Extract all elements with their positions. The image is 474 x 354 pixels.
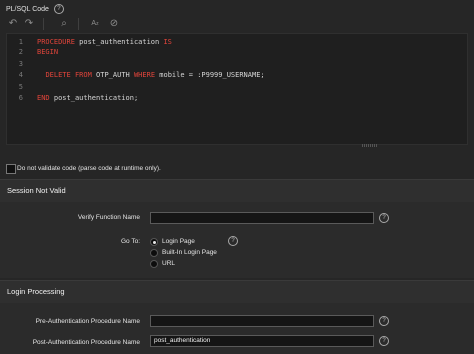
- code-line-1: PROCEDURE post_authentication IS: [37, 38, 172, 46]
- line-number: 5: [18, 83, 23, 91]
- code-keyword: IS: [163, 38, 172, 46]
- verify-function-input[interactable]: [150, 212, 374, 224]
- undo-icon[interactable]: ↶: [6, 17, 20, 31]
- code-keyword: FROM: [74, 71, 92, 79]
- line-number: 4: [18, 71, 23, 79]
- code-line-4: DELETE FROM OTP_AUTH WHERE mobile = :P99…: [37, 71, 265, 79]
- help-icon[interactable]: ?: [379, 336, 389, 346]
- goto-label: Go To:: [120, 238, 140, 245]
- line-number-gutter: 1 2 3 4 5 6: [7, 34, 31, 144]
- radio-url[interactable]: [150, 260, 158, 268]
- line-number: 1: [18, 38, 23, 46]
- line-number: 2: [18, 48, 23, 56]
- line-number: 6: [18, 94, 23, 102]
- help-icon[interactable]: ?: [228, 236, 238, 246]
- code-keyword: WHERE: [133, 71, 156, 79]
- code-text: OTP_AUTH: [91, 71, 134, 79]
- code-editor[interactable]: 1 2 3 4 5 6 PROCEDURE post_authenticatio…: [6, 33, 468, 145]
- help-icon[interactable]: ?: [379, 316, 389, 326]
- validate-checkbox-label: Do not validate code (parse code at runt…: [17, 165, 161, 172]
- code-keyword: END: [37, 94, 50, 102]
- code-text: post_authentication;: [49, 94, 139, 102]
- toolbar-divider: [78, 18, 79, 30]
- post-auth-input[interactable]: post_authentication: [150, 335, 374, 347]
- search-icon[interactable]: ⌕: [57, 17, 71, 31]
- code-text: post_authentication: [74, 38, 164, 46]
- autocomplete-icon[interactable]: Az: [88, 17, 102, 31]
- redo-icon[interactable]: ↷: [22, 17, 36, 31]
- radio-label-url: URL: [162, 260, 176, 267]
- radio-label-login-page: Login Page: [162, 238, 195, 245]
- code-section-title: PL/SQL Code: [6, 5, 49, 13]
- check-circle-icon[interactable]: ⊘: [107, 17, 121, 31]
- code-keyword: BEGIN: [37, 48, 59, 56]
- toolbar-divider: [43, 18, 44, 30]
- line-number: 3: [18, 60, 23, 68]
- radio-login-page[interactable]: [150, 238, 158, 246]
- pre-auth-label: Pre-Authentication Procedure Name: [35, 318, 140, 325]
- post-auth-label: Post-Authentication Procedure Name: [32, 339, 140, 346]
- region-header-session-not-valid: Session Not Valid: [0, 179, 474, 202]
- region-header-login-processing: Login Processing: [0, 280, 474, 303]
- editor-toolbar: ↶ ↷ ⌕ Az ⊘: [6, 15, 468, 33]
- code-line-6: END post_authentication;: [37, 94, 138, 102]
- resize-handle[interactable]: [362, 144, 378, 147]
- code-keyword: DELETE: [45, 71, 71, 79]
- validate-checkbox[interactable]: [6, 164, 16, 174]
- code-section-label: PL/SQL Code ?: [6, 4, 64, 14]
- verify-function-label: Verify Function Name: [77, 214, 140, 221]
- region-title: Login Processing: [7, 287, 65, 296]
- radio-label-built-in-login-page: Built-In Login Page: [162, 249, 217, 256]
- code-keyword: PROCEDURE: [37, 38, 75, 46]
- region-title: Session Not Valid: [7, 186, 66, 195]
- radio-built-in-login-page[interactable]: [150, 249, 158, 257]
- help-icon[interactable]: ?: [379, 213, 389, 223]
- pre-auth-input[interactable]: [150, 315, 374, 327]
- code-text: mobile = :P9999_USERNAME;: [155, 71, 265, 79]
- help-icon[interactable]: ?: [53, 4, 64, 14]
- code-line-2: BEGIN: [37, 48, 58, 56]
